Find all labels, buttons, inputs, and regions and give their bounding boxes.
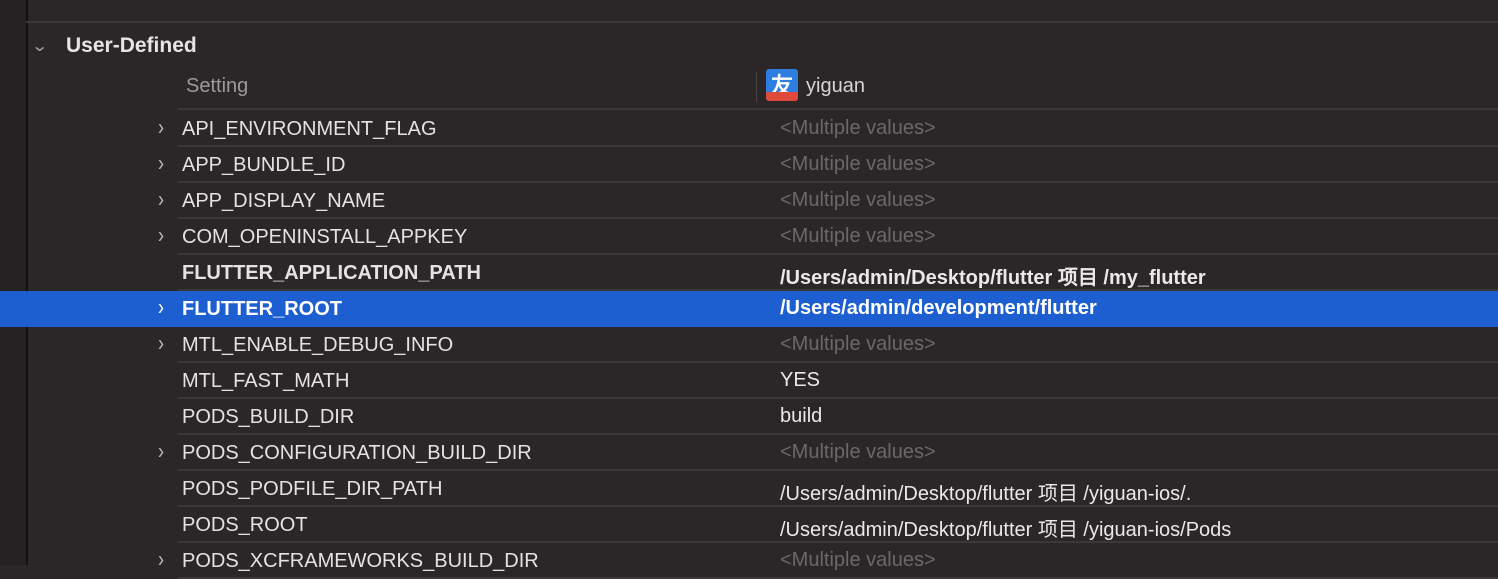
chevron-right-icon[interactable]: › [158,294,164,321]
setting-row[interactable]: › COM_OPENINSTALL_APPKEY <Multiple values> [0,219,1498,255]
setting-row[interactable]: › API_ENVIRONMENT_FLAG <Multiple values> [0,111,1498,147]
target-column-label: yiguan [806,75,865,97]
chevron-right-icon[interactable]: › [158,186,164,213]
chevron-right-icon[interactable]: › [158,438,164,465]
setting-name: PODS_CONFIGURATION_BUILD_DIR [182,442,532,464]
setting-row[interactable]: PODS_BUILD_DIR build [0,399,1498,435]
setting-value[interactable]: build [780,405,822,428]
setting-row[interactable]: › APP_BUNDLE_ID <Multiple values> [0,147,1498,183]
setting-name: FLUTTER_ROOT [182,298,342,320]
setting-name: COM_OPENINSTALL_APPKEY [182,226,468,248]
setting-value[interactable]: /Users/admin/Desktop/flutter 项目 /yiguan-… [780,513,1231,542]
setting-name: APP_BUNDLE_ID [182,154,346,176]
setting-value[interactable]: <Multiple values> [780,117,936,140]
setting-name: MTL_FAST_MATH [182,370,350,392]
chevron-right-icon[interactable]: › [158,150,164,177]
setting-row[interactable]: › PODS_XCFRAMEWORKS_BUILD_DIR <Multiple va… [0,543,1498,579]
setting-name: PODS_XCFRAMEWORKS_BUILD_DIR [182,550,539,572]
section-user-defined[interactable]: ⌄ User-Defined [31,32,197,60]
setting-name: API_ENVIRONMENT_FLAG [182,118,437,140]
setting-row[interactable]: FLUTTER_APPLICATION_PATH/Users/admin/Des… [0,255,1498,291]
setting-row[interactable]: › PODS_CONFIGURATION_BUILD_DIR <Multiple v… [0,435,1498,471]
setting-name: MTL_ENABLE_DEBUG_INFO [182,334,454,356]
chevron-down-icon[interactable]: ⌄ [31,36,57,56]
chevron-right-icon[interactable]: › [158,222,164,249]
setting-value[interactable]: <Multiple values> [780,189,936,212]
setting-row[interactable]: › MTL_ENABLE_DEBUG_INFO <Multiple values> [0,327,1498,363]
setting-row[interactable]: › FLUTTER_ROOT/Users/admin/development/fl… [0,291,1498,327]
chevron-right-icon[interactable]: › [158,114,164,141]
setting-value[interactable]: YES [780,369,820,392]
setting-name: PODS_PODFILE_DIR_PATH [182,478,443,500]
setting-value[interactable]: <Multiple values> [780,225,936,248]
setting-name: FLUTTER_APPLICATION_PATH [182,262,481,284]
setting-value[interactable]: <Multiple values> [780,441,936,464]
setting-value[interactable]: <Multiple values> [780,333,936,356]
setting-value[interactable]: /Users/admin/Desktop/flutter 项目 /yiguan-… [780,477,1191,506]
column-separator[interactable] [756,72,757,102]
setting-value[interactable]: <Multiple values> [780,153,936,176]
setting-row[interactable]: MTL_FAST_MATH YES [0,363,1498,399]
setting-name: APP_DISPLAY_NAME [182,190,386,212]
app-icon: 友 [766,69,798,101]
column-header: Setting 友 yiguan [178,68,1498,110]
setting-row[interactable]: PODS_ROOT/Users/admin/Desktop/flutter 项目… [0,507,1498,543]
setting-row[interactable]: PODS_PODFILE_DIR_PATH/Users/admin/Deskto… [0,471,1498,507]
settings-list: › API_ENVIRONMENT_FLAG <Multiple values> › A… [0,111,1498,579]
setting-value[interactable]: /Users/admin/Desktop/flutter 项目 /my_flut… [780,261,1206,290]
section-title: User-Defined [66,34,197,57]
chevron-right-icon[interactable]: › [158,330,164,357]
setting-value[interactable]: <Multiple values> [780,549,936,572]
setting-row[interactable]: › APP_DISPLAY_NAME <Multiple values> [0,183,1498,219]
divider [26,21,1498,23]
setting-name: PODS_BUILD_DIR [182,406,355,428]
setting-column-label: Setting [186,75,249,97]
chevron-right-icon[interactable]: › [158,546,164,573]
setting-name: PODS_ROOT [182,514,308,536]
setting-value[interactable]: /Users/admin/development/flutter [780,297,1097,320]
